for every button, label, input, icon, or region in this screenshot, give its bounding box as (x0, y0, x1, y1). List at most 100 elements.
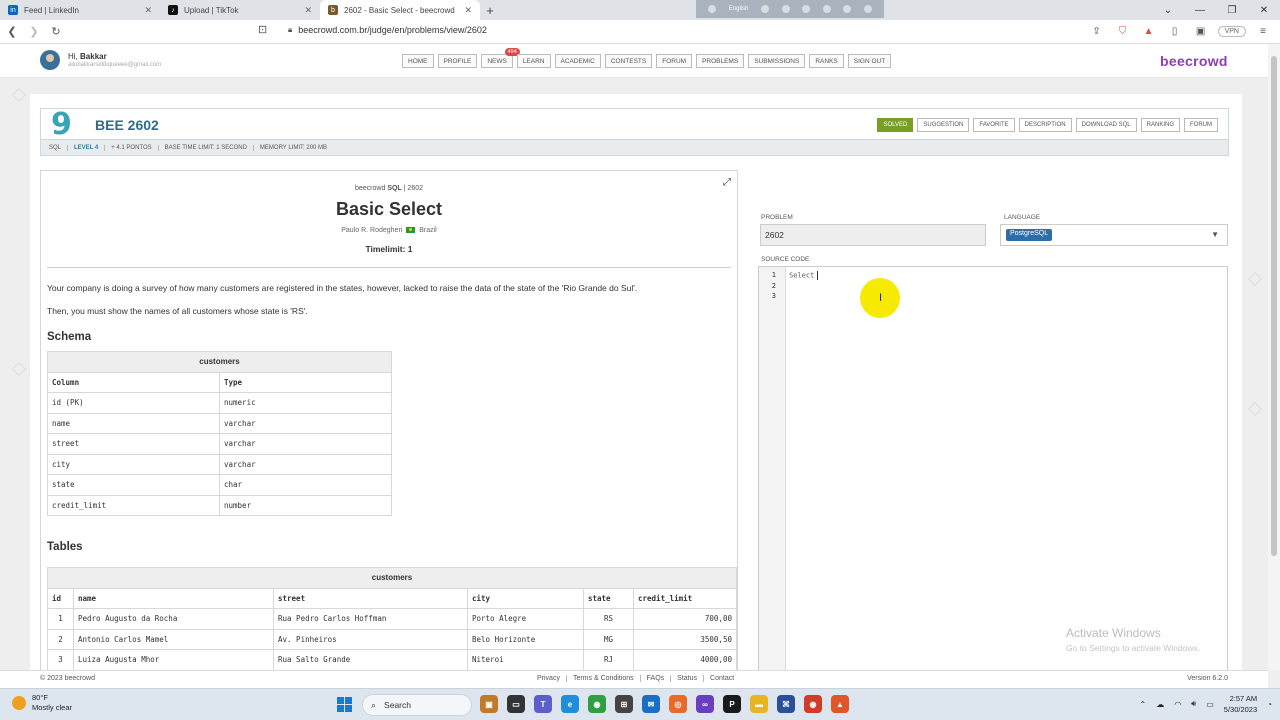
app-icon[interactable]: ∞ (696, 695, 714, 713)
taskbar-search-label: Search (384, 700, 411, 710)
start-button[interactable] (337, 697, 352, 712)
store-icon[interactable]: ⊞ (615, 695, 633, 713)
ime-power-icon[interactable] (863, 5, 872, 13)
tab-search-icon[interactable]: ⌄ (1152, 0, 1184, 20)
nav-news-label: NEWS (487, 57, 507, 65)
ime-pen-icon[interactable] (822, 5, 831, 13)
browser-tab-beecrowd[interactable]: b 2602 - Basic Select - beecrowd ✕ (320, 0, 480, 20)
schema-cell: varchar (219, 412, 392, 434)
taskbar-search[interactable]: ⌕ Search (362, 694, 472, 716)
firefox-icon[interactable]: ◎ (669, 695, 687, 713)
app-icon[interactable]: ⌘ (777, 695, 795, 713)
tab-title: Feed | LinkedIn (24, 5, 80, 15)
problem-number-field[interactable]: 2602 (760, 224, 986, 246)
footer-link-status[interactable]: Status (671, 675, 705, 682)
activate-windows-title: Activate Windows (1066, 626, 1161, 640)
problem-author: Paulo R. Rodegheri Brazil (41, 227, 737, 234)
tab-download-sql[interactable]: DOWNLOAD SQL (1075, 118, 1137, 132)
footer-link-contact[interactable]: Contact (704, 675, 740, 682)
tiktok-icon: ♪ (168, 5, 178, 15)
nav-submissions[interactable]: SUBMISSIONS (748, 54, 806, 68)
edge-icon[interactable]: e (561, 695, 579, 713)
file-explorer-icon[interactable]: ▬ (750, 695, 768, 713)
nav-sign-out[interactable]: SIGN OUT (847, 54, 892, 68)
close-tab-icon[interactable]: ✕ (144, 5, 152, 16)
footer-link-faqs[interactable]: FAQs (641, 675, 672, 682)
brand-logo[interactable]: beecrowd (1160, 53, 1228, 69)
table-col-header: street (273, 587, 468, 609)
menu-icon[interactable]: ≡ (1254, 22, 1272, 40)
nav-profile[interactable]: PROFILE (437, 54, 478, 68)
weather-widget[interactable]: 80°F Mostly clear (12, 693, 72, 713)
maximize-icon[interactable]: ❐ (1216, 0, 1248, 20)
footer-link-terms[interactable]: Terms & Conditions (567, 675, 641, 682)
close-tab-icon[interactable]: ✕ (304, 5, 312, 16)
page-scrollbar[interactable] (1268, 44, 1280, 670)
version-label: Version 6.2.0 (1187, 675, 1228, 682)
nav-ranks[interactable]: RANKS (809, 54, 844, 68)
url-field[interactable]: 🔒︎ beecrowd.com.br/judge/en/problems/vie… (288, 25, 487, 35)
tab-suggestion[interactable]: SUGGESTION (917, 118, 970, 132)
new-tab-button[interactable]: + (480, 0, 500, 20)
author-country: Brazil (419, 227, 437, 234)
clock[interactable]: 2:57 AM 5/30/2023 (1224, 693, 1257, 715)
onedrive-icon[interactable]: ☁ (1156, 700, 1164, 709)
nav-forum[interactable]: FORUM (656, 54, 693, 68)
task-view-icon[interactable]: ▭ (507, 695, 525, 713)
close-window-icon[interactable]: ✕ (1248, 0, 1280, 20)
avatar[interactable] (40, 50, 60, 70)
mail-icon[interactable]: ✉ (642, 695, 660, 713)
nav-academic[interactable]: ACADEMIC (554, 54, 601, 68)
language-select[interactable]: PostgreSQL ▼ (1000, 224, 1228, 246)
nav-problems[interactable]: PROBLEMS (696, 54, 745, 68)
ime-help-icon[interactable] (843, 5, 852, 13)
wallet-icon[interactable]: ▣ (1192, 22, 1210, 40)
vpn-button[interactable]: VPN (1217, 25, 1246, 37)
volume-icon[interactable]: 🔊︎ (1191, 699, 1196, 709)
scrollbar-thumb[interactable] (1271, 56, 1277, 556)
battery-icon[interactable]: ▭ (1206, 700, 1214, 709)
tab-favorite[interactable]: FAVORITE (973, 118, 1015, 132)
chrome-icon[interactable]: ◉ (588, 695, 606, 713)
teams-icon[interactable]: T (534, 695, 552, 713)
ime-settings-icon[interactable] (802, 5, 811, 13)
wifi-icon[interactable]: ◠ (1174, 700, 1181, 709)
notification-icon[interactable]: ◔ (1267, 700, 1272, 709)
chrome-profile-icon[interactable]: ◉ (804, 695, 822, 713)
close-tab-icon[interactable]: ✕ (464, 5, 472, 16)
tray-chevron-icon[interactable]: ⌃ (1139, 700, 1146, 709)
footer-link-privacy[interactable]: Privacy (531, 675, 567, 682)
browser-tab-tiktok[interactable]: ♪ Upload | TikTok ✕ (160, 0, 320, 20)
tab-ranking[interactable]: RANKING (1140, 118, 1180, 132)
share-icon[interactable]: ⇪ (1088, 22, 1106, 40)
brave-shield-icon[interactable]: ⛉ (1114, 22, 1132, 40)
nav-learn[interactable]: LEARN (516, 54, 551, 68)
user-name[interactable]: Bakkar (80, 52, 107, 61)
source-code-label: SOURCE CODE (761, 256, 810, 263)
tab-description[interactable]: DESCRIPTION (1018, 118, 1072, 132)
widgets-icon[interactable]: ▣ (480, 695, 498, 713)
reload-icon[interactable]: ↻ (46, 22, 66, 42)
ime-mic-icon[interactable] (781, 5, 790, 13)
code-editor[interactable]: 1 2 3 Select (758, 266, 1228, 674)
brave-rewards-icon[interactable]: ▲ (1140, 22, 1158, 40)
back-icon[interactable]: ❮ (2, 22, 22, 42)
nav-news[interactable]: NEWS 494 (481, 48, 520, 68)
bookmark-icon[interactable]: ⊡ (258, 23, 267, 36)
browser-tab-linkedin[interactable]: in Feed | LinkedIn ✕ (0, 0, 160, 20)
source-suffix: | 2602 (403, 185, 423, 192)
code-line[interactable]: Select (789, 271, 819, 280)
tab-forum[interactable]: FORUM (1184, 118, 1218, 132)
brave-icon[interactable]: ▲ (831, 695, 849, 713)
author-name[interactable]: Paulo R. Rodegheri (341, 227, 402, 234)
ime-logo-icon[interactable] (708, 5, 717, 13)
sidebar-icon[interactable]: ▯ (1166, 22, 1184, 40)
forward-icon[interactable]: ❯ (24, 22, 44, 42)
ime-language[interactable]: English (729, 6, 749, 12)
ime-mode-icon[interactable] (761, 5, 770, 13)
nav-home[interactable]: HOME (402, 54, 434, 68)
tab-solved[interactable]: SOLVED (877, 118, 914, 132)
nav-contests[interactable]: CONTESTS (604, 54, 653, 68)
minimize-icon[interactable]: — (1184, 0, 1216, 20)
pycharm-icon[interactable]: P (723, 695, 741, 713)
